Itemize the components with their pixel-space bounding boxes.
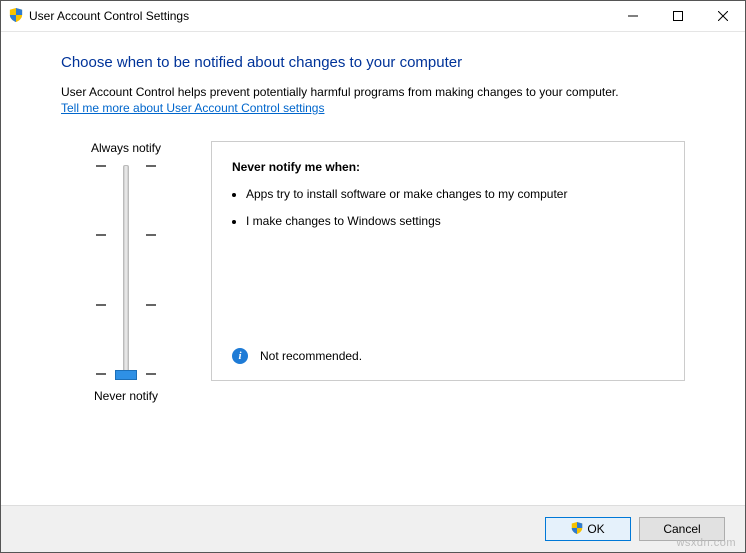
slider-bottom-label: Never notify	[94, 389, 158, 403]
dialog-button-bar: OK Cancel	[1, 505, 745, 552]
notification-slider[interactable]	[96, 165, 156, 375]
panel-bullet-list: Apps try to install software or make cha…	[246, 186, 664, 230]
cancel-button-label: Cancel	[663, 522, 700, 536]
slider-track	[123, 165, 129, 377]
panel-bullet: Apps try to install software or make cha…	[246, 186, 664, 203]
ok-button[interactable]: OK	[545, 517, 631, 541]
content-area: Choose when to be notified about changes…	[1, 32, 745, 505]
panel-bullet: I make changes to Windows settings	[246, 213, 664, 230]
minimize-button[interactable]	[610, 1, 655, 31]
info-icon: i	[232, 348, 248, 364]
cancel-button[interactable]: Cancel	[639, 517, 725, 541]
panel-title: Never notify me when:	[232, 160, 664, 174]
learn-more-link[interactable]: Tell me more about User Account Control …	[61, 101, 324, 115]
shield-icon	[571, 522, 583, 537]
recommendation-text: Not recommended.	[260, 349, 362, 363]
shield-icon	[9, 8, 23, 25]
notification-slider-column: Always notify Never notify	[61, 141, 191, 403]
window-title: User Account Control Settings	[29, 9, 189, 23]
ok-button-label: OK	[587, 522, 604, 536]
slider-thumb[interactable]	[115, 370, 137, 380]
titlebar: User Account Control Settings	[1, 1, 745, 32]
uac-settings-window: User Account Control Settings Choose whe…	[0, 0, 746, 553]
page-heading: Choose when to be notified about changes…	[61, 54, 685, 71]
maximize-button[interactable]	[655, 1, 700, 31]
description-text: User Account Control helps prevent poten…	[61, 85, 685, 99]
close-button[interactable]	[700, 1, 745, 31]
slider-top-label: Always notify	[91, 141, 161, 155]
level-description-panel: Never notify me when: Apps try to instal…	[211, 141, 685, 381]
